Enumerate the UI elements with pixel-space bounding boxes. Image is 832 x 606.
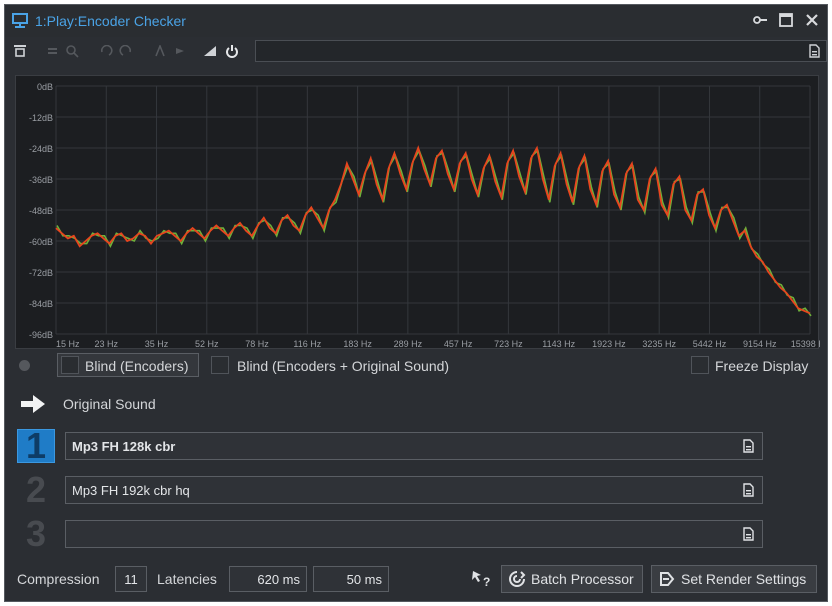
freeze-display-label: Freeze Display [715, 358, 809, 374]
blind-encoders-checkbox[interactable] [61, 356, 79, 374]
batch-processor-label: Batch Processor [531, 571, 634, 587]
search-icon[interactable] [63, 42, 81, 60]
x-tick-label: 52 Hz [195, 339, 219, 349]
x-tick-label: 183 Hz [343, 339, 372, 349]
svg-text:?: ? [483, 575, 490, 589]
toolbar [5, 37, 827, 65]
x-tick-label: 3235 Hz [642, 339, 676, 349]
undo-icon[interactable] [97, 42, 115, 60]
x-tick-label: 289 Hz [394, 339, 423, 349]
batch-processor-icon [509, 571, 526, 587]
document-icon[interactable] [740, 438, 756, 454]
encoder-row-1: 1 Mp3 FH 128k cbr [5, 428, 827, 464]
document-icon[interactable] [806, 43, 822, 59]
maximize-icon[interactable] [777, 11, 795, 29]
x-tick-label: 9154 Hz [743, 339, 777, 349]
window-title: 1:Play:Encoder Checker [35, 13, 186, 29]
encoder-checker-window: 1:Play:Encoder Checker 0dB -12dB -24dB -… [4, 4, 828, 602]
blind-encoders-original-label: Blind (Encoders + Original Sound) [237, 358, 450, 374]
y-tick-label: -36dB [29, 175, 53, 185]
document-icon[interactable] [740, 526, 756, 542]
y-tick-label: -60dB [29, 237, 53, 247]
blind-encoders-original-checkbox[interactable] [211, 356, 229, 374]
encoder-1-value: Mp3 FH 128k cbr [72, 439, 176, 454]
x-tick-label: 723 Hz [494, 339, 523, 349]
text-icon[interactable] [151, 42, 169, 60]
encoder-1-select-button[interactable]: 1 [17, 428, 55, 464]
render-settings-icon [660, 572, 675, 586]
set-render-settings-button[interactable]: Set Render Settings [651, 565, 817, 593]
monitor-icon [12, 13, 28, 28]
y-tick-label: -12dB [29, 113, 53, 123]
x-tick-label: 15 Hz [56, 339, 80, 349]
x-tick-label: 35 Hz [145, 339, 169, 349]
bottom-bar: Compression 11 Latencies 620 ms 50 ms ? … [5, 563, 827, 593]
x-tick-label: 1143 Hz [542, 339, 575, 349]
encoder-3-field[interactable] [65, 520, 763, 548]
y-tick-label: -72dB [29, 268, 53, 278]
encoder-2-field[interactable]: Mp3 FH 192k cbr hq [65, 476, 763, 504]
x-tick-label: 116 Hz [293, 339, 321, 349]
spectrum-curve-primary [55, 145, 811, 315]
equal-icon[interactable] [45, 42, 63, 60]
x-tick-label: 1923 Hz [592, 339, 626, 349]
encoder-1-field[interactable]: Mp3 FH 128k cbr [65, 432, 763, 460]
status-led [19, 360, 30, 371]
encoder-row-2: 2 Mp3 FH 192k cbr hq [5, 472, 827, 508]
latency-1-input[interactable]: 620 ms [229, 566, 307, 592]
x-tick-label: 23 Hz [95, 339, 119, 349]
preset-field[interactable] [255, 40, 827, 62]
compression-label: Compression [17, 571, 100, 587]
set-render-settings-label: Set Render Settings [681, 571, 807, 587]
encoder-row-3: 3 [5, 516, 827, 552]
document-icon[interactable] [740, 482, 756, 498]
y-tick-label: -96dB [29, 330, 53, 340]
blind-encoders-label: Blind (Encoders) [85, 358, 189, 374]
x-tick-label: 15398 Hz [791, 339, 820, 349]
redo-icon[interactable] [117, 42, 135, 60]
encoder-2-value: Mp3 FH 192k cbr hq [72, 483, 190, 498]
y-tick-label: -84dB [29, 299, 53, 309]
batch-processor-button[interactable]: Batch Processor [501, 565, 643, 593]
volume-icon[interactable] [201, 42, 219, 60]
pin-icon[interactable] [751, 11, 769, 29]
original-sound-label: Original Sound [63, 396, 156, 412]
original-sound-row[interactable]: Original Sound [5, 391, 827, 417]
y-tick-label: -48dB [29, 206, 53, 216]
latencies-label: Latencies [157, 571, 217, 587]
help-pointer-icon[interactable]: ? [471, 569, 493, 589]
encoder-2-select-button[interactable]: 2 [17, 472, 55, 508]
x-tick-label: 5442 Hz [693, 339, 727, 349]
y-tick-label: 0dB [37, 82, 53, 92]
spectrum-graph: 0dB -12dB -24dB -36dB -48dB -60dB -72dB -84dB -9… [29, 82, 827, 349]
y-tick-label: -24dB [29, 144, 53, 154]
arrow-right-icon[interactable] [171, 42, 189, 60]
x-tick-label: 78 Hz [245, 339, 269, 349]
latency-2-input[interactable]: 50 ms [313, 566, 389, 592]
options-row: Blind (Encoders) Blind (Encoders + Origi… [5, 353, 827, 377]
encoder-3-select-button[interactable]: 3 [17, 516, 55, 552]
compression-input[interactable]: 11 [115, 566, 147, 592]
window-menu-icon[interactable] [11, 42, 29, 60]
spectrum-display: 0dB -12dB -24dB -36dB -48dB -60dB -72dB -84dB -9… [15, 75, 827, 349]
freeze-display-checkbox[interactable] [691, 356, 709, 374]
power-icon[interactable] [223, 42, 241, 60]
x-tick-label: 457 Hz [444, 339, 473, 349]
close-icon[interactable] [803, 11, 821, 29]
arrow-right-icon [21, 395, 45, 413]
spectrum-curve-secondary [56, 148, 812, 317]
title-bar: 1:Play:Encoder Checker [5, 5, 827, 37]
